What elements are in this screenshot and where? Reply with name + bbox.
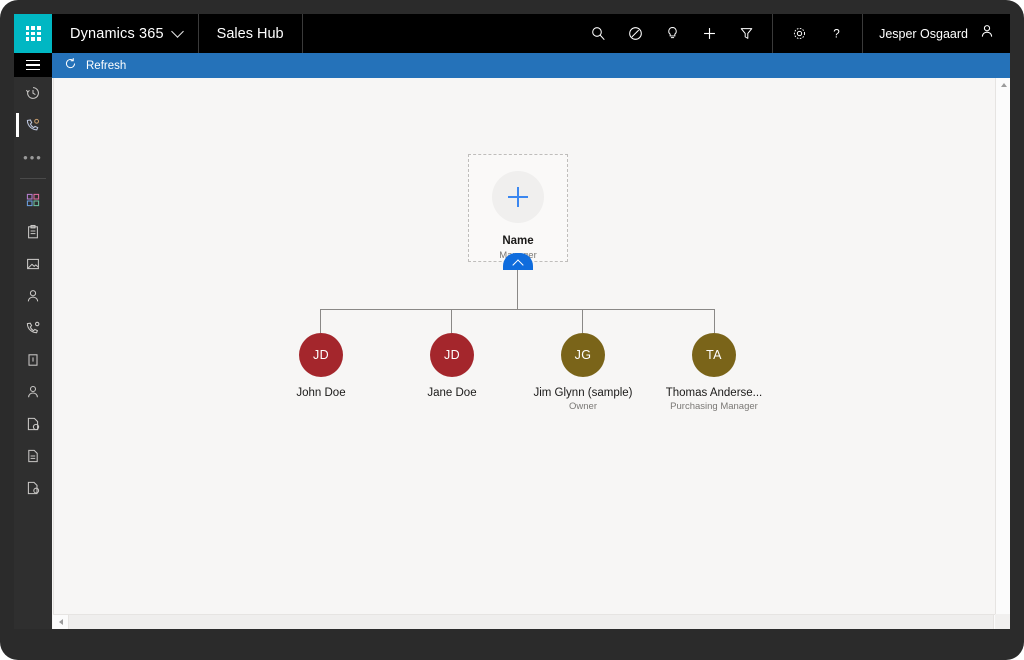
sidebar-item-more[interactable]: ••• — [14, 141, 52, 173]
plus-icon[interactable] — [693, 14, 725, 53]
org-node-child[interactable]: TA Thomas Anderse... Purchasing Manager — [654, 333, 774, 412]
sidebar-item-invoices[interactable] — [14, 472, 52, 504]
app-area-selector[interactable]: Sales Hub — [199, 14, 303, 53]
sidebar-item-leads[interactable] — [14, 312, 52, 344]
filter-icon[interactable] — [730, 14, 762, 53]
brand-menu[interactable]: Dynamics 365 — [52, 14, 199, 53]
avatar[interactable]: JG — [561, 333, 605, 377]
user-name: Jesper Osgaard — [879, 26, 968, 41]
org-chart: Name Manager JD John Doe JD Jane Doe — [54, 78, 995, 614]
sidebar-item-contacts[interactable] — [14, 280, 52, 312]
topbar-settings-group: ? — [772, 14, 862, 53]
refresh-label: Refresh — [86, 59, 127, 72]
chevron-down-icon — [170, 25, 184, 38]
command-bar: Refresh — [52, 53, 1010, 78]
refresh-icon — [64, 57, 77, 75]
org-chart-canvas[interactable]: Name Manager JD John Doe JD Jane Doe — [53, 78, 1009, 629]
lightbulb-icon[interactable] — [656, 14, 688, 53]
org-node-child[interactable]: JD John Doe — [261, 333, 381, 401]
refresh-button[interactable]: Refresh — [52, 53, 138, 78]
avatar[interactable]: TA — [692, 333, 736, 377]
hamburger-icon[interactable] — [14, 53, 52, 77]
plus-icon — [508, 187, 528, 207]
content-area: Refresh Name Manager — [52, 53, 1010, 629]
gear-icon[interactable] — [783, 14, 815, 53]
org-node-name: Jane Doe — [427, 387, 477, 399]
org-node-name: Jim Glynn (sample) — [533, 387, 633, 399]
avatar[interactable]: JD — [299, 333, 343, 377]
ellipsis-icon: ••• — [23, 149, 43, 165]
org-node-title: Purchasing Manager — [670, 401, 758, 412]
assistant-icon[interactable] — [619, 14, 651, 53]
sidebar-item-recent[interactable] — [14, 77, 52, 109]
avatar[interactable]: JD — [430, 333, 474, 377]
sidebar-item-pinned[interactable] — [14, 109, 52, 141]
waffle-grid-icon[interactable] — [14, 14, 52, 53]
org-node-name: Thomas Anderse... — [665, 387, 763, 399]
connector-drop-4 — [714, 309, 715, 333]
org-node-child[interactable]: JG Jim Glynn (sample) Owner — [523, 333, 643, 412]
hamburger-glyph — [26, 57, 40, 74]
waffle-grid-glyph — [25, 26, 41, 41]
user-menu[interactable]: Jesper Osgaard — [862, 14, 1010, 53]
connector-drop-2 — [451, 309, 452, 333]
org-node-root-name: Name — [502, 235, 534, 247]
sidebar-item-opportunities[interactable] — [14, 344, 52, 376]
triangle-left-glyph — [58, 619, 63, 625]
sidebar-item-dashboards[interactable] — [14, 184, 52, 216]
org-node-child[interactable]: JD Jane Doe — [392, 333, 512, 401]
sidebar-item-orders[interactable] — [14, 440, 52, 472]
sidebar-item-accounts[interactable] — [14, 248, 52, 280]
org-node-name: John Doe — [296, 387, 346, 399]
svg-text:?: ? — [833, 28, 840, 41]
top-navigation-bar: Dynamics 365 Sales Hub ? Jesper Osgaard — [14, 14, 1010, 53]
chevron-up-glyph — [512, 258, 524, 271]
left-navigation-rail: ••• — [14, 53, 52, 629]
horizontal-scrollbar-thumb[interactable] — [68, 614, 994, 629]
scrollbar-corner — [995, 614, 1010, 629]
brand-title: Dynamics 365 — [70, 25, 164, 42]
connector-drop-1 — [320, 309, 321, 333]
triangle-up-icon[interactable] — [996, 78, 1010, 92]
sidebar-item-quotes[interactable] — [14, 408, 52, 440]
triangle-up-glyph — [1000, 83, 1007, 87]
help-icon[interactable]: ? — [820, 14, 852, 53]
triangle-left-icon[interactable] — [53, 615, 68, 630]
topbar-action-group — [572, 14, 772, 53]
device-frame: Dynamics 365 Sales Hub ? Jesper Osgaard … — [0, 0, 1024, 660]
search-icon[interactable] — [582, 14, 614, 53]
add-manager-avatar-button[interactable] — [492, 171, 544, 223]
person-icon[interactable] — [979, 23, 995, 44]
sidebar-item-competitors[interactable] — [14, 376, 52, 408]
org-node-root[interactable]: Name Manager — [468, 154, 568, 262]
screen: Dynamics 365 Sales Hub ? Jesper Osgaard … — [14, 14, 1010, 629]
app-area-label: Sales Hub — [216, 25, 284, 42]
rail-divider — [20, 178, 46, 179]
vertical-scrollbar[interactable] — [995, 78, 1010, 614]
chevron-up-icon[interactable] — [503, 253, 533, 271]
org-node-title: Owner — [569, 401, 597, 412]
sidebar-item-activities[interactable] — [14, 216, 52, 248]
horizontal-scrollbar[interactable] — [53, 614, 1009, 629]
connector-drop-3 — [582, 309, 583, 333]
connector-horizontal-bar — [320, 309, 715, 310]
